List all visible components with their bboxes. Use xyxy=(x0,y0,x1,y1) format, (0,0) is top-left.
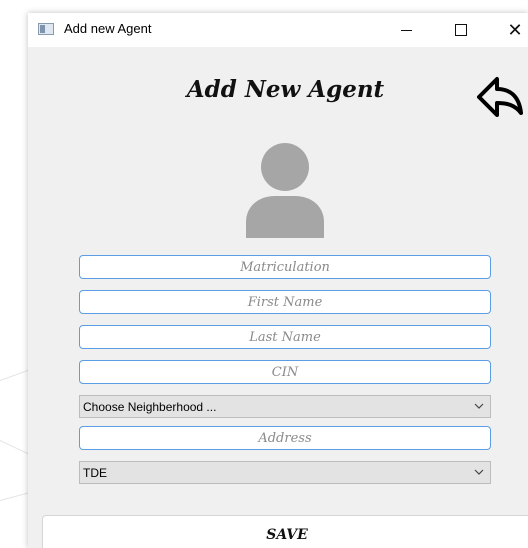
page-title: Add New Agent xyxy=(186,76,385,103)
maximize-button[interactable] xyxy=(438,13,484,47)
close-icon: ✕ xyxy=(507,19,523,41)
chevron-down-icon xyxy=(474,403,484,409)
app-icon xyxy=(38,23,54,35)
neighborhood-select-value: Choose Neighberhood ... xyxy=(83,399,217,414)
title-bar[interactable]: Add new Agent ✕ xyxy=(28,13,528,47)
type-select[interactable]: TDE xyxy=(79,461,491,484)
type-select-value: TDE xyxy=(83,465,107,480)
minimize-icon xyxy=(400,29,412,31)
first-name-field[interactable] xyxy=(79,290,491,314)
maximize-icon xyxy=(455,24,467,36)
user-avatar-icon xyxy=(246,143,324,238)
save-button[interactable]: SAVE xyxy=(42,515,528,548)
back-arrow-icon[interactable] xyxy=(475,73,527,123)
address-field[interactable] xyxy=(79,426,491,450)
minimize-button[interactable] xyxy=(383,13,429,47)
last-name-field[interactable] xyxy=(79,325,491,349)
close-button[interactable]: ✕ xyxy=(492,13,528,47)
window-title: Add new Agent xyxy=(64,21,152,36)
chevron-down-icon xyxy=(474,469,484,475)
matriculation-field[interactable] xyxy=(79,255,491,279)
neighborhood-select[interactable]: Choose Neighberhood ... xyxy=(79,395,491,418)
add-agent-window: Add new Agent ✕ Add New Agent Choose Nei… xyxy=(28,13,528,548)
cin-field[interactable] xyxy=(79,360,491,384)
